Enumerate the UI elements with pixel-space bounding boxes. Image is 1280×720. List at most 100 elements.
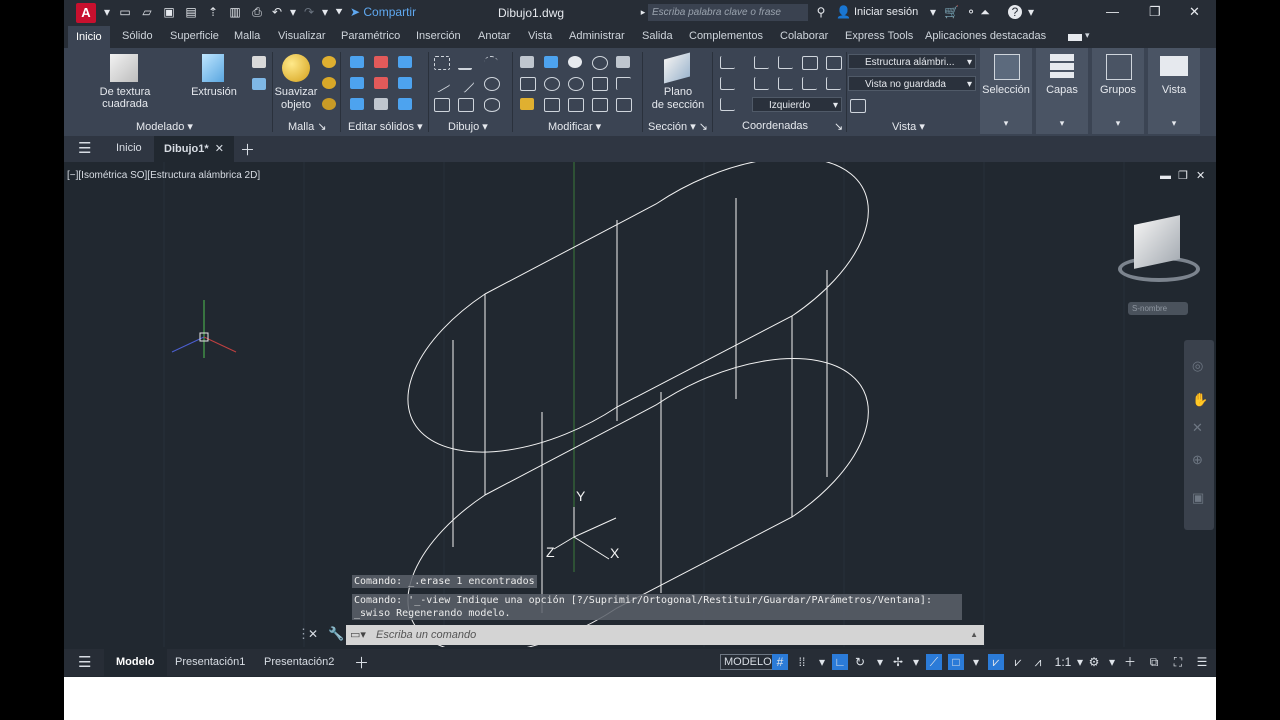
panel-modificar[interactable]: Modificar ▾ <box>548 120 601 133</box>
object-snap-dropdown-icon[interactable]: ▾ <box>968 654 984 670</box>
polyline-icon[interactable] <box>458 56 472 70</box>
restore-icon[interactable]: ❐ <box>1149 4 1161 20</box>
ucs-face-icon[interactable] <box>802 56 818 70</box>
command-history-toggle-icon[interactable]: ▲ <box>970 625 978 645</box>
panel-vista[interactable]: Vista ▾ <box>892 120 925 133</box>
tab-drawing-active[interactable]: Dibujo1* ✕ <box>154 136 234 162</box>
box-button[interactable]: De textura cuadrada <box>76 86 174 110</box>
mesh-refine-icon[interactable] <box>322 77 336 89</box>
tab-insercion[interactable]: Inserción <box>416 30 461 42</box>
groups-button[interactable]: Grupos ▾ <box>1092 48 1144 134</box>
add-layout-icon[interactable]: ＋ <box>354 652 369 673</box>
connect-icon[interactable]: ⏶ <box>978 5 992 19</box>
rectangle-icon[interactable] <box>458 98 474 112</box>
cart-icon[interactable]: 🛒 <box>944 5 959 19</box>
fullscreen-icon[interactable]: ⛶ <box>1170 654 1186 670</box>
annotation-monitor-icon[interactable]: ＋ <box>1122 654 1138 670</box>
zoom-icon[interactable]: ✕ <box>1192 420 1203 436</box>
app-logo[interactable]: A <box>76 3 96 23</box>
shell-icon[interactable] <box>374 98 388 110</box>
tab-express-tools[interactable]: Express Tools <box>845 30 913 42</box>
ucs-z-axis-icon[interactable] <box>778 77 793 90</box>
extract-edges-icon[interactable] <box>398 77 412 89</box>
tab-malla[interactable]: Malla <box>234 30 260 42</box>
panel-launcher-icon[interactable]: ↘ <box>834 120 843 133</box>
ortho-icon[interactable]: ∟ <box>832 654 848 670</box>
workspace-dropdown-icon[interactable]: ▾ <box>1104 654 1120 670</box>
section-plane-button[interactable]: Plano de sección <box>650 86 706 112</box>
scale-icon[interactable] <box>568 98 584 112</box>
line-icon[interactable] <box>431 74 451 93</box>
annotation-scale-icon[interactable]: ⩘ <box>1030 654 1046 670</box>
help-dropdown-icon[interactable]: ▾ <box>1024 5 1038 19</box>
ucs-world-icon[interactable] <box>754 56 769 69</box>
ucs-named-icon[interactable] <box>720 98 735 111</box>
viewport-close-icon[interactable]: ✕ <box>1196 169 1205 182</box>
tab-parametrico[interactable]: Paramétrico <box>341 30 400 42</box>
union-icon[interactable] <box>252 56 266 68</box>
rotate-3d-icon[interactable] <box>544 98 560 112</box>
snap-dropdown-icon[interactable]: ▾ <box>814 654 830 670</box>
tab-solido[interactable]: Sólido <box>122 30 153 42</box>
tab-layout-2[interactable]: Presentación2 <box>264 656 334 668</box>
object-snap-icon[interactable]: □ <box>948 654 964 670</box>
tab-complementos[interactable]: Complementos <box>689 30 763 42</box>
help-icon[interactable]: ? <box>1008 5 1022 19</box>
viewport-controls-label[interactable]: [−][Isométrica SO][Estructura alámbrica … <box>67 170 260 181</box>
fillet-icon[interactable] <box>616 77 631 90</box>
share-button[interactable]: ➤ Compartir <box>350 5 416 19</box>
viewport-minimize-icon[interactable]: ▬ <box>1160 170 1171 182</box>
ucs-view-icon[interactable] <box>720 77 735 90</box>
tab-aplicaciones-destacadas[interactable]: Aplicaciones destacadas <box>925 30 1046 42</box>
drawing-viewport[interactable]: [−][Isométrica SO][Estructura alámbrica … <box>64 162 1216 647</box>
interfere-icon[interactable] <box>374 77 388 89</box>
viewport-config-icon[interactable] <box>850 99 866 113</box>
ribbon-minimize-icon[interactable] <box>1068 34 1082 41</box>
search-input[interactable]: Escriba palabra clave o frase <box>648 4 808 21</box>
slice-icon[interactable] <box>350 77 364 89</box>
ucs-menu-button[interactable]: S-nombre <box>1128 302 1188 315</box>
model-space-button[interactable]: MODELO <box>720 654 776 670</box>
polygon-icon[interactable] <box>434 98 450 112</box>
showmotion-icon[interactable]: ▣ <box>1192 490 1204 506</box>
command-input[interactable]: ▭▾ Escriba un comando ▲ <box>346 625 984 645</box>
polar-tracking-icon[interactable]: ↻ <box>852 654 868 670</box>
circle-icon[interactable] <box>484 77 500 91</box>
pan-icon[interactable]: ✋ <box>1192 392 1208 408</box>
signin-dropdown-icon[interactable]: ▾ <box>926 5 940 19</box>
mesh-sphere-icon[interactable] <box>322 56 336 68</box>
layers-button[interactable]: Capas ▾ <box>1036 48 1088 134</box>
publish-icon[interactable]: ▥ <box>228 5 242 19</box>
coordinate-preset-dropdown[interactable]: Izquierdo ▾ <box>752 97 842 112</box>
panel-seccion[interactable]: Sección ▾ ↘ <box>648 120 708 133</box>
annotation-visibility-icon[interactable]: ⩗ <box>988 654 1004 670</box>
isodraft-icon[interactable]: ✢ <box>890 654 906 670</box>
tab-model[interactable]: Modelo <box>104 649 167 676</box>
thicken-icon[interactable] <box>350 98 364 110</box>
save-icon[interactable]: ▣ <box>162 5 176 19</box>
section-plane-icon[interactable] <box>664 52 690 84</box>
ucs-3point-icon[interactable] <box>802 77 817 90</box>
polar-dropdown-icon[interactable]: ▾ <box>872 654 888 670</box>
snap-mode-icon[interactable]: ⁞⁞ <box>794 654 810 670</box>
search-icon[interactable]: ⚲ <box>814 5 828 19</box>
solid-union-icon[interactable] <box>350 56 364 68</box>
fillet-3d-icon[interactable] <box>544 56 558 68</box>
mirror-icon[interactable] <box>520 56 534 68</box>
view-button[interactable]: Vista ▾ <box>1148 48 1200 134</box>
undo-icon[interactable]: ↶ <box>270 5 284 19</box>
offset-icon[interactable] <box>592 98 608 112</box>
orbit-icon[interactable]: ⊕ <box>1192 452 1203 468</box>
panel-coordenadas[interactable]: Coordenadas <box>742 120 808 132</box>
object-snap-tracking-icon[interactable]: ⟋ <box>926 654 942 670</box>
tab-superficie[interactable]: Superficie <box>170 30 219 42</box>
grid-icon[interactable]: # <box>772 654 788 670</box>
tab-inicio[interactable]: Inicio <box>68 26 110 48</box>
move-icon[interactable] <box>568 56 582 68</box>
new-tab-icon[interactable]: ＋ <box>240 139 255 160</box>
new-file-icon[interactable]: ▭ <box>118 5 132 19</box>
panel-editar-solidos[interactable]: Editar sólidos ▾ <box>348 120 423 133</box>
rotate-icon[interactable] <box>568 77 584 91</box>
presspull-icon[interactable] <box>252 78 266 90</box>
array-icon[interactable] <box>544 77 560 91</box>
